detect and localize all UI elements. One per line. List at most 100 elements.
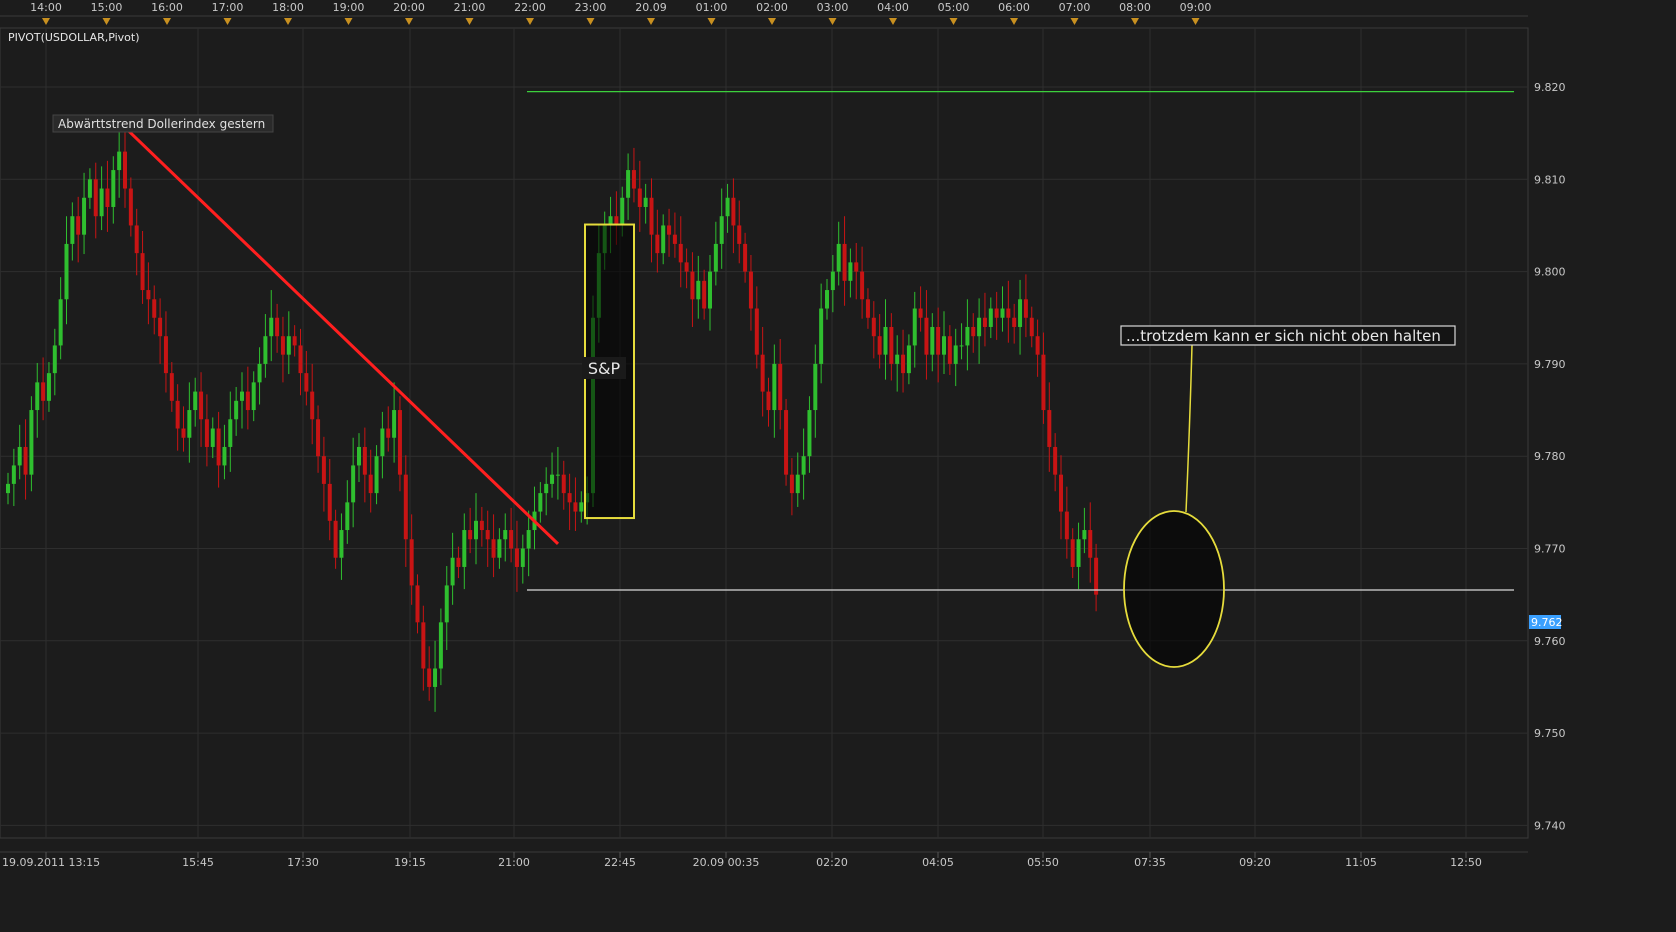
top-time-label: 09:00 [1180,1,1212,14]
y-tick-label: 9.780 [1534,450,1566,463]
candle-down [292,336,297,346]
candle-up [643,197,648,207]
sp-label: S&P [582,357,626,379]
candle-down [415,585,420,623]
trend-label: Abwärttstrend Dollerindex gestern [52,114,274,133]
candle-down [567,493,572,503]
candle-up [959,345,964,347]
y-tick-label: 9.770 [1534,543,1566,556]
candle-down [456,557,461,567]
candle-up [29,410,34,475]
candle-up [696,280,701,300]
candle-down [128,188,133,226]
candle-up [351,465,356,503]
candle-up [1018,299,1023,327]
candle-down [146,290,151,300]
candle-down [216,428,221,466]
candle-up [228,419,233,447]
candle-up [380,428,385,457]
candle-down [901,354,906,374]
candle-down [298,345,303,374]
candle-up [912,308,917,346]
top-time-label: 18:00 [272,1,304,14]
candle-up [906,345,911,374]
bottom-time-label: 15:45 [182,856,214,869]
candle-down [1053,446,1058,475]
candle-up [848,262,853,281]
candle-down [199,391,204,420]
candle-up [87,179,92,198]
candle-down [702,280,707,309]
candle-up [462,530,467,567]
bottom-time-label: 21:00 [498,856,530,869]
candle-up [883,326,888,355]
top-time-label: 14:00 [30,1,62,14]
candle-up [538,493,543,512]
bottom-time-label: 19.09.2011 13:15 [2,856,100,869]
candle-down [649,197,654,235]
candle-down [134,225,139,254]
candle-up [503,530,508,540]
top-time-label: 01:00 [696,1,728,14]
top-time-label: 23:00 [575,1,607,14]
candle-up [46,373,51,401]
candle-up [6,483,10,494]
candle-down [397,410,402,475]
candle-down [163,336,168,374]
candle-down [23,446,28,475]
candle-down [754,308,759,355]
candle-up [497,539,502,558]
indicator-label: PIVOT(USDOLLAR,Pivot) [8,31,140,44]
candle-down [327,483,332,521]
candle-down [737,225,742,244]
candle-down [1029,317,1034,337]
candle-down [760,354,765,392]
top-time-label: 03:00 [817,1,849,14]
candle-up [234,400,239,420]
candle-up [620,197,625,226]
top-time-label: 08:00 [1119,1,1151,14]
candle-up [550,474,555,484]
top-time-label: 20:00 [393,1,425,14]
highlight-ellipse [1123,510,1225,668]
candle-down [1094,557,1099,595]
candle-down [971,326,976,337]
candle-up [953,345,958,364]
candle-down [631,170,636,189]
bottom-time-label: 04:05 [922,856,954,869]
candle-down [561,474,566,494]
candle-down [333,520,338,558]
bottom-time-label: 20.09 00:35 [693,856,760,869]
candle-up [520,548,525,567]
candle-down [865,299,870,318]
y-tick-label: 9.800 [1534,266,1566,279]
candle-down [362,446,367,475]
top-time-label: 16:00 [151,1,183,14]
candle-up [942,336,946,355]
candle-up [70,216,75,244]
top-time-label: 22:00 [514,1,546,14]
trend-label-text: Abwärttstrend Dollerindex gestern [58,117,265,131]
candle-down [514,548,519,567]
candle-down [41,382,46,401]
candle-down [1064,511,1069,540]
candle-up [251,382,256,411]
candle-up [708,271,712,309]
candle-down [1070,539,1075,567]
candle-down [778,363,783,411]
candle-down [994,308,999,318]
top-time-label: 15:00 [91,1,123,14]
candle-up [977,317,982,337]
candle-down [409,539,414,586]
bottom-time-label: 11:05 [1345,856,1377,869]
candle-up [257,363,262,383]
note-label-text: ...trotzdem kann er sich nicht oben halt… [1126,327,1441,345]
candle-down [386,428,391,438]
candle-up [240,391,244,401]
candle-up [357,446,361,466]
candle-down [877,336,882,355]
candle-down [860,271,865,300]
candle-up [82,197,87,235]
candle-up [930,326,935,355]
candle-up [438,622,443,669]
